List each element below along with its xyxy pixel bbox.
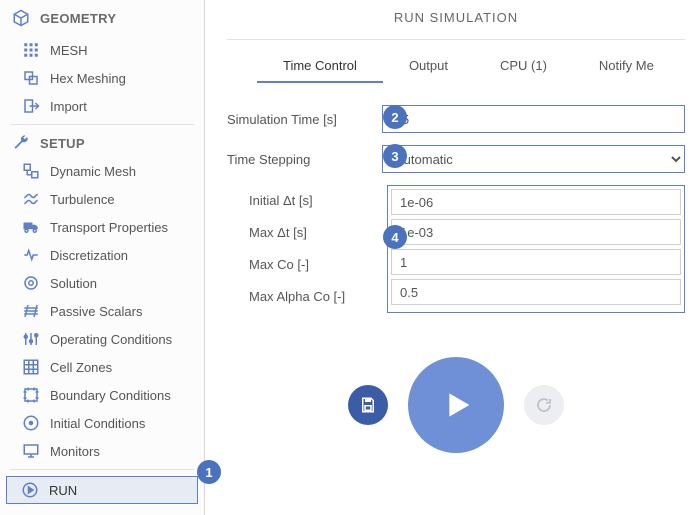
dynamic-mesh-icon xyxy=(22,162,40,180)
cube-icon xyxy=(12,9,30,27)
sidebar-item-initial-conditions[interactable]: Initial Conditions xyxy=(0,409,204,437)
max-dt-label: Max Δt [s] xyxy=(227,217,387,249)
sidebar-item-label: Operating Conditions xyxy=(50,332,194,347)
sidebar-item-run[interactable]: RUN xyxy=(6,476,198,504)
sidebar-item-turbulence[interactable]: Turbulence xyxy=(0,185,204,213)
reset-button[interactable] xyxy=(524,385,564,425)
sidebar-item-label: Import xyxy=(50,99,194,114)
wrench-icon xyxy=(12,134,30,152)
page-title: RUN SIMULATION xyxy=(227,0,685,39)
max-dt-input[interactable] xyxy=(391,219,681,245)
sidebar-item-label: RUN xyxy=(49,483,187,498)
divider xyxy=(10,124,194,125)
sidebar-item-boundary-conditions[interactable]: Boundary Conditions xyxy=(0,381,204,409)
sidebar-group-geometry[interactable]: GEOMETRY xyxy=(0,4,204,32)
max-alpha-co-label: Max Alpha Co [-] xyxy=(227,281,387,313)
target-icon xyxy=(22,274,40,292)
sidebar-item-operating-conditions[interactable]: Operating Conditions xyxy=(0,325,204,353)
sim-time-input[interactable] xyxy=(382,105,685,133)
sidebar-item-label: Turbulence xyxy=(50,192,194,207)
run-button[interactable] xyxy=(408,357,504,453)
turbulence-icon xyxy=(22,190,40,208)
sidebar-item-label: Solution xyxy=(50,276,194,291)
sidebar-item-label: Monitors xyxy=(50,444,194,459)
time-control-form: Simulation Time [s] Time Stepping Automa… xyxy=(227,105,685,313)
tab-notify-me[interactable]: Notify Me xyxy=(573,50,680,83)
time-stepping-subgroup: Initial Δt [s] Max Δt [s] Max Co [-] Max… xyxy=(227,185,685,313)
sliders-icon xyxy=(22,330,40,348)
sidebar-item-label: Passive Scalars xyxy=(50,304,194,319)
sidebar-item-hex-meshing[interactable]: Hex Meshing xyxy=(0,64,204,92)
sidebar-item-label: Dynamic Mesh xyxy=(50,164,194,179)
action-buttons xyxy=(227,357,685,453)
sidebar: GEOMETRY MESH Hex Meshing Import xyxy=(0,0,205,515)
sidebar-item-label: Boundary Conditions xyxy=(50,388,194,403)
sidebar-item-dynamic-mesh[interactable]: Dynamic Mesh xyxy=(0,157,204,185)
hex-icon xyxy=(22,69,40,87)
play-circle-icon xyxy=(21,481,39,499)
sidebar-item-monitors[interactable]: Monitors xyxy=(0,437,204,465)
callout-badge-3: 3 xyxy=(383,144,407,168)
time-stepping-select[interactable]: Automatic xyxy=(382,145,685,173)
sidebar-item-passive-scalars[interactable]: Passive Scalars xyxy=(0,297,204,325)
sidebar-item-solution[interactable]: Solution xyxy=(0,269,204,297)
truck-icon xyxy=(22,218,40,236)
sidebar-group-setup[interactable]: SETUP xyxy=(0,129,204,157)
sidebar-item-transport-properties[interactable]: Transport Properties xyxy=(0,213,204,241)
main-panel: RUN SIMULATION Time Control Output CPU (… xyxy=(205,0,700,515)
max-co-input[interactable] xyxy=(391,249,681,275)
monitor-icon xyxy=(22,442,40,460)
save-button[interactable] xyxy=(348,385,388,425)
save-icon xyxy=(359,396,377,414)
initial-icon xyxy=(22,414,40,432)
sidebar-item-cell-zones[interactable]: Cell Zones xyxy=(0,353,204,381)
max-alpha-co-input[interactable] xyxy=(391,279,681,305)
tabs: Time Control Output CPU (1) Notify Me xyxy=(257,50,685,83)
divider xyxy=(227,39,685,40)
tab-time-control[interactable]: Time Control xyxy=(257,50,383,83)
play-icon xyxy=(436,385,476,425)
sidebar-group-label: GEOMETRY xyxy=(40,11,194,26)
sidebar-item-label: Initial Conditions xyxy=(50,416,194,431)
callout-badge-2: 2 xyxy=(383,105,407,129)
sidebar-item-label: Hex Meshing xyxy=(50,71,194,86)
scalars-icon xyxy=(22,302,40,320)
reload-icon xyxy=(535,396,553,414)
sidebar-item-label: MESH xyxy=(50,43,194,58)
tab-cpu[interactable]: CPU (1) xyxy=(474,50,573,83)
time-stepping-label: Time Stepping xyxy=(227,152,382,167)
grid-icon xyxy=(22,41,40,59)
boundary-icon xyxy=(22,386,40,404)
sidebar-group-label: SETUP xyxy=(40,136,194,151)
import-icon xyxy=(22,97,40,115)
cell-zones-icon xyxy=(22,358,40,376)
callout-badge-1: 1 xyxy=(197,460,221,484)
max-co-label: Max Co [-] xyxy=(227,249,387,281)
sim-time-label: Simulation Time [s] xyxy=(227,112,382,127)
callout-badge-4: 4 xyxy=(383,225,407,249)
sidebar-item-import[interactable]: Import xyxy=(0,92,204,120)
sidebar-item-label: Discretization xyxy=(50,248,194,263)
sidebar-item-discretization[interactable]: Discretization xyxy=(0,241,204,269)
sidebar-item-label: Cell Zones xyxy=(50,360,194,375)
tab-output[interactable]: Output xyxy=(383,50,474,83)
sidebar-item-mesh[interactable]: MESH xyxy=(0,36,204,64)
divider xyxy=(10,469,194,470)
discretization-icon xyxy=(22,246,40,264)
sidebar-item-label: Transport Properties xyxy=(50,220,194,235)
initial-dt-label: Initial Δt [s] xyxy=(227,185,387,217)
initial-dt-input[interactable] xyxy=(391,189,681,215)
